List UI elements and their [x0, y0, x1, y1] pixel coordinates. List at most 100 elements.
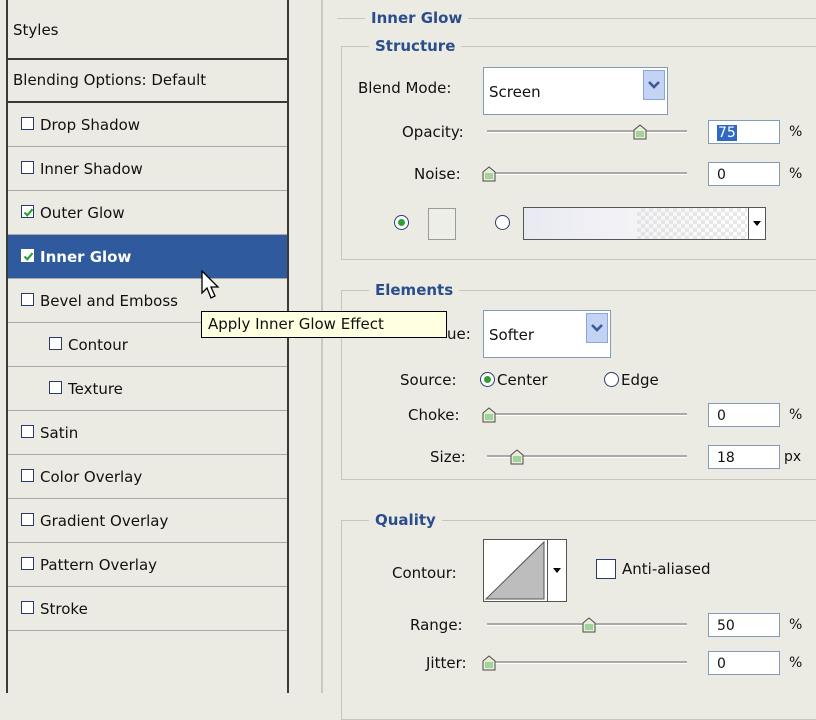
triangle-down-icon — [753, 221, 761, 226]
satin-checkbox[interactable] — [21, 425, 34, 438]
styles-header[interactable]: Styles — [8, 0, 287, 60]
opacity-slider-track[interactable] — [487, 130, 687, 133]
range-value: 50 — [717, 618, 735, 634]
style-item-label: Bevel and Emboss — [40, 292, 178, 310]
size-unit: px — [784, 449, 802, 465]
contour-picker[interactable] — [483, 539, 567, 602]
checkmark-icon — [23, 252, 34, 261]
choke-slider-track[interactable] — [487, 413, 687, 416]
noise-slider-thumb[interactable] — [482, 166, 496, 182]
contour-checkbox[interactable] — [49, 337, 62, 350]
chevron-down-icon — [591, 324, 603, 332]
jitter-field[interactable]: 0 — [708, 651, 780, 675]
stroke-checkbox[interactable] — [21, 601, 34, 614]
blend-mode-label: Blend Mode: — [358, 79, 452, 97]
mouse-cursor-icon — [201, 270, 220, 299]
style-item-pattern-overlay[interactable]: Pattern Overlay — [8, 543, 287, 587]
size-field[interactable]: 18 — [708, 445, 780, 469]
jitter-value: 0 — [717, 656, 726, 672]
outer-glow-checkbox[interactable] — [21, 205, 34, 218]
styles-panel: Styles Blending Options: Default Drop Sh… — [6, 0, 289, 693]
range-field[interactable]: 50 — [708, 613, 780, 637]
glow-color-swatch[interactable] — [428, 208, 456, 240]
choke-slider-thumb[interactable] — [482, 407, 496, 423]
radio-selected-dot — [484, 376, 491, 383]
style-item-texture[interactable]: Texture — [8, 367, 287, 411]
gradient-dropdown-button[interactable] — [748, 208, 765, 239]
elements-title: Elements — [369, 281, 460, 299]
jitter-slider-track[interactable] — [487, 661, 687, 664]
source-center-radio[interactable] — [480, 372, 495, 387]
range-label: Range: — [410, 616, 463, 634]
gradient-picker[interactable] — [523, 207, 766, 240]
source-edge-label: Edge — [621, 371, 659, 389]
choke-label: Choke: — [408, 406, 460, 424]
source-label: Source: — [400, 371, 457, 389]
inner-shadow-checkbox[interactable] — [21, 161, 34, 174]
technique-value: Softer — [489, 326, 534, 344]
style-item-label: Pattern Overlay — [40, 556, 158, 574]
styles-header-label: Styles — [13, 21, 59, 39]
style-item-label: Outer Glow — [40, 204, 125, 222]
style-item-label: Contour — [68, 336, 128, 354]
opacity-slider-thumb[interactable] — [633, 124, 647, 140]
color-overlay-checkbox[interactable] — [21, 469, 34, 482]
drop-shadow-checkbox[interactable] — [21, 117, 34, 130]
range-slider-thumb[interactable] — [582, 617, 596, 633]
style-item-label: Inner Shadow — [40, 160, 143, 178]
blending-options-label: Blending Options: Default — [13, 71, 207, 89]
style-item-label: Inner Glow — [40, 248, 132, 266]
panel-divider — [321, 0, 323, 693]
size-slider-thumb[interactable] — [510, 449, 524, 465]
technique-dropdown-button[interactable] — [586, 313, 608, 343]
style-item-outer-glow[interactable]: Outer Glow — [8, 191, 287, 235]
technique-label: ue: — [447, 325, 471, 343]
radio-selected-dot — [398, 219, 405, 226]
pattern-overlay-checkbox[interactable] — [21, 557, 34, 570]
anti-aliased-checkbox[interactable] — [596, 559, 616, 579]
contour-label: Contour: — [392, 564, 457, 582]
style-item-gradient-overlay[interactable]: Gradient Overlay — [8, 499, 287, 543]
range-unit: % — [789, 617, 803, 633]
inner-glow-title: Inner Glow — [365, 9, 469, 27]
jitter-label: Jitter: — [426, 654, 467, 672]
blending-options-item[interactable]: Blending Options: Default — [8, 60, 287, 103]
noise-label: Noise: — [414, 165, 461, 183]
technique-select[interactable]: Softer — [483, 310, 611, 358]
contour-dropdown-button[interactable] — [547, 540, 566, 601]
source-edge-radio[interactable] — [604, 372, 619, 387]
style-item-inner-shadow[interactable]: Inner Shadow — [8, 147, 287, 191]
choke-unit: % — [789, 407, 803, 423]
opacity-field[interactable]: 75 — [708, 120, 780, 144]
gradient-overlay-checkbox[interactable] — [21, 513, 34, 526]
texture-checkbox[interactable] — [49, 381, 62, 394]
style-item-inner-glow[interactable]: Inner Glow — [8, 235, 287, 279]
choke-field[interactable]: 0 — [708, 403, 780, 427]
style-item-drop-shadow[interactable]: Drop Shadow — [8, 103, 287, 147]
noise-slider-track[interactable] — [487, 172, 687, 175]
gradient-radio[interactable] — [495, 215, 510, 230]
size-value: 18 — [717, 450, 735, 466]
transparency-checker — [637, 208, 747, 239]
opacity-unit: % — [789, 124, 803, 140]
solid-color-radio[interactable] — [394, 215, 409, 230]
contour-preview — [484, 540, 545, 600]
bevel-emboss-checkbox[interactable] — [21, 293, 34, 306]
style-item-label: Stroke — [40, 600, 88, 618]
inner-glow-checkbox[interactable] — [21, 249, 34, 262]
anti-aliased-label: Anti-aliased — [622, 560, 711, 578]
opacity-value: 75 — [717, 125, 737, 141]
blend-mode-dropdown-button[interactable] — [643, 70, 665, 100]
triangle-down-icon — [553, 568, 561, 573]
style-item-satin[interactable]: Satin — [8, 411, 287, 455]
jitter-unit: % — [789, 655, 803, 671]
noise-unit: % — [789, 166, 803, 182]
tooltip: Apply Inner Glow Effect — [201, 311, 447, 338]
style-item-stroke[interactable]: Stroke — [8, 587, 287, 631]
style-item-label: Texture — [68, 380, 123, 398]
jitter-slider-thumb[interactable] — [482, 655, 496, 671]
blend-mode-select[interactable]: Screen — [483, 67, 668, 115]
structure-title: Structure — [369, 37, 462, 55]
noise-field[interactable]: 0 — [708, 162, 780, 186]
style-item-color-overlay[interactable]: Color Overlay — [8, 455, 287, 499]
